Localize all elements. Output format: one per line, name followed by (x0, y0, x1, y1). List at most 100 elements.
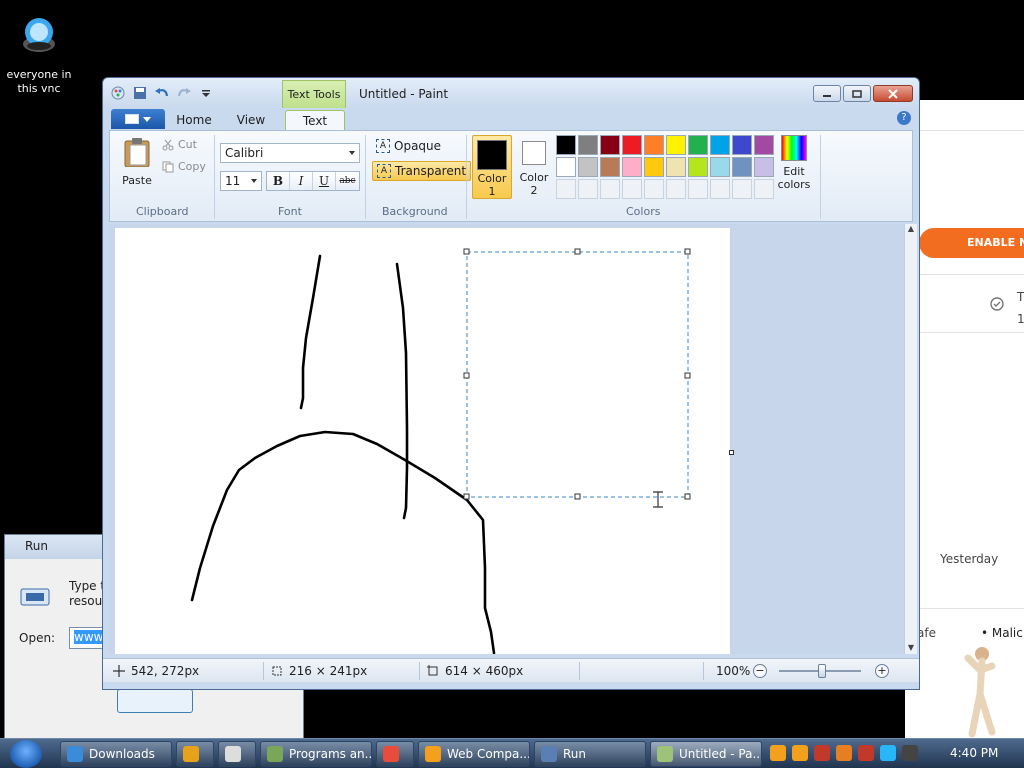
save-icon[interactable] (131, 84, 149, 102)
zoom-in-button[interactable]: + (875, 664, 889, 678)
scroll-down-icon[interactable]: ▼ (905, 643, 917, 652)
color-spectrum-icon (781, 135, 807, 161)
vertical-scrollbar[interactable]: ▲ ▼ (904, 224, 917, 654)
palette-custom-slot[interactable] (710, 179, 730, 199)
help-icon[interactable]: ? (897, 111, 911, 125)
close-button[interactable] (873, 85, 913, 102)
palette-custom-slot[interactable] (600, 179, 620, 199)
tab-home[interactable]: Home (173, 110, 215, 130)
palette-color-2-9[interactable] (732, 157, 752, 177)
palette-color-1-7[interactable] (688, 135, 708, 155)
bold-button[interactable]: B (267, 172, 290, 190)
system-tray (770, 745, 918, 761)
crosshair-icon (113, 665, 125, 677)
paint-window[interactable]: Text Tools Untitled - Paint Home View Te… (102, 77, 920, 690)
taskbar-button-6[interactable]: Web Compa... (418, 741, 530, 767)
palette-custom-slot[interactable] (578, 179, 598, 199)
paste-button[interactable]: Paste (118, 137, 156, 187)
strikethrough-button[interactable]: abc (336, 172, 359, 190)
color-1-button[interactable]: Color 1 (472, 135, 512, 199)
redo-icon[interactable] (175, 84, 193, 102)
palette-color-1-5[interactable] (644, 135, 664, 155)
minimize-button[interactable] (813, 85, 841, 102)
palette-color-1-4[interactable] (622, 135, 642, 155)
palette-color-2-1[interactable] (556, 157, 576, 177)
palette-color-1-8[interactable] (710, 135, 730, 155)
palette-color-1-6[interactable] (666, 135, 686, 155)
palette-color-1-9[interactable] (732, 135, 752, 155)
taskbar-button-3[interactable] (218, 741, 256, 767)
globe-icon (23, 18, 55, 52)
taskbar-button-2[interactable] (176, 741, 214, 767)
dancing-figure (964, 647, 996, 738)
taskbar-button-8[interactable]: Untitled - Pa... (650, 741, 762, 767)
canvas-resize-handle[interactable] (729, 450, 734, 455)
palette-custom-slot[interactable] (688, 179, 708, 199)
palette-color-2-2[interactable] (578, 157, 598, 177)
start-button[interactable] (10, 740, 42, 768)
italic-button[interactable]: I (290, 172, 313, 190)
taskbar-button-label: Web Compa... (447, 747, 530, 761)
customize-toolbar-icon[interactable] (197, 84, 215, 102)
opaque-icon: A (376, 139, 390, 153)
palette-custom-slot[interactable] (666, 179, 686, 199)
palette-color-1-10[interactable] (754, 135, 774, 155)
tray-icon-7[interactable] (902, 745, 918, 761)
color-2-button[interactable]: Color 2 (516, 135, 552, 197)
palette-custom-slot[interactable] (622, 179, 642, 199)
tab-view[interactable]: View (233, 110, 269, 130)
tray-icon-2[interactable] (792, 745, 808, 761)
taskbar-button-7[interactable]: Run (534, 741, 646, 767)
tray-icon-1[interactable] (770, 745, 786, 761)
font-family-dropdown[interactable]: Calibri (220, 143, 360, 163)
edit-colors-button[interactable]: Edit colors (774, 135, 814, 191)
taskbar-button-label: Downloads (89, 747, 155, 761)
palette-color-2-4[interactable] (622, 157, 642, 177)
palette-color-2-10[interactable] (754, 157, 774, 177)
font-size-dropdown[interactable]: 11 (220, 171, 262, 191)
palette-custom-slot[interactable] (732, 179, 752, 199)
run-ok-button[interactable] (117, 689, 193, 713)
palette-color-2-7[interactable] (688, 157, 708, 177)
tray-icon-5[interactable] (858, 745, 874, 761)
enable-notifications-button[interactable]: ENABLE N (919, 228, 1024, 258)
underline-button[interactable]: U (313, 172, 336, 190)
opaque-button[interactable]: A Opaque (372, 137, 445, 155)
copy-button[interactable]: Copy (162, 160, 206, 173)
undo-icon[interactable] (153, 84, 171, 102)
tab-text[interactable]: Text (285, 110, 345, 131)
palette-color-1-2[interactable] (578, 135, 598, 155)
desktop-icon-vnc[interactable]: everyone in this vnc (4, 14, 74, 96)
palette-color-1-1[interactable] (556, 135, 576, 155)
tray-icon-6[interactable] (880, 745, 896, 761)
palette-custom-slot[interactable] (644, 179, 664, 199)
palette-custom-slot[interactable] (556, 179, 576, 199)
paint-app-icon[interactable] (109, 84, 127, 102)
cursor-position: 542, 272px (113, 664, 199, 678)
scroll-up-icon[interactable]: ▲ (905, 224, 917, 233)
taskbar-button-1[interactable]: Downloads (60, 741, 172, 767)
palette-color-2-5[interactable] (644, 157, 664, 177)
zoom-slider-thumb[interactable] (818, 664, 826, 678)
scissors-icon (162, 139, 174, 150)
palette-color-1-3[interactable] (600, 135, 620, 155)
paint-titlebar[interactable]: Text Tools Untitled - Paint (103, 78, 919, 108)
taskbar-button-4[interactable]: Programs an... (260, 741, 372, 767)
clock[interactable]: 4:40 PM (950, 746, 998, 760)
text-tools-context-tab: Text Tools (282, 80, 346, 108)
cut-button[interactable]: Cut (162, 138, 197, 151)
palette-color-2-3[interactable] (600, 157, 620, 177)
zoom-out-button[interactable]: − (753, 664, 767, 678)
palette-color-2-8[interactable] (710, 157, 730, 177)
palette-custom-slot[interactable] (754, 179, 774, 199)
row-number-fragment: 1 (1017, 312, 1024, 326)
maximize-button[interactable] (843, 85, 871, 102)
tray-icon-3[interactable] (814, 745, 830, 761)
tray-icon-4[interactable] (836, 745, 852, 761)
restore-icon (852, 89, 862, 98)
transparent-button[interactable]: A Transparent (372, 161, 472, 181)
drawing-canvas[interactable] (115, 228, 730, 654)
paint-menu-button[interactable] (111, 109, 165, 129)
taskbar-button-5[interactable] (376, 741, 414, 767)
palette-color-2-6[interactable] (666, 157, 686, 177)
